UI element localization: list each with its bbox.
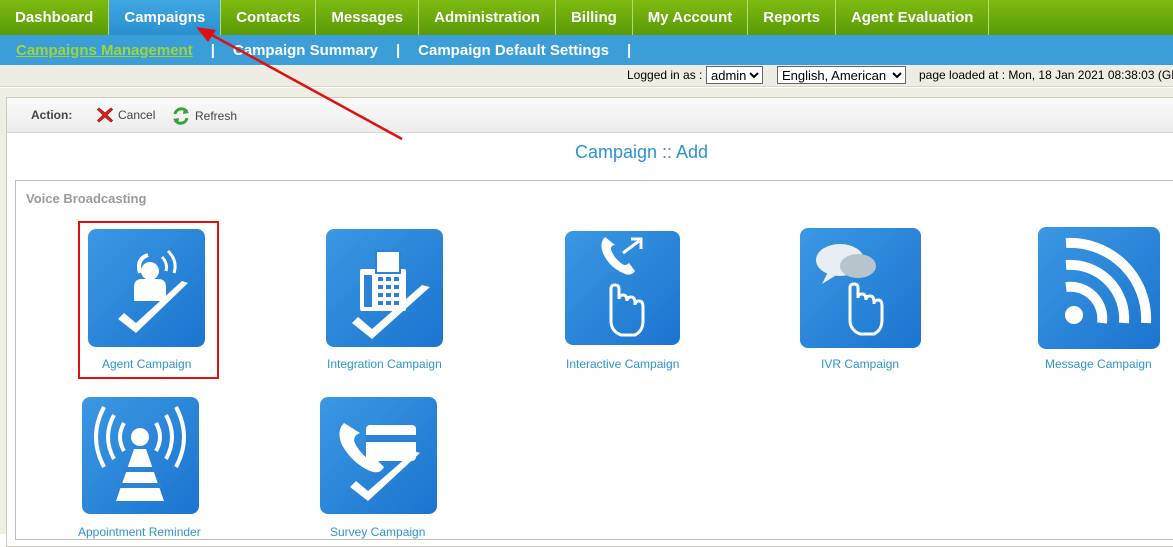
tab-my-account[interactable]: My Account	[633, 0, 749, 35]
subnav-campaign-summary[interactable]: Campaign Summary	[233, 42, 378, 59]
subnav-campaigns-management[interactable]: Campaigns Management	[16, 42, 193, 59]
page-title: Campaign :: Add	[574, 142, 709, 162]
survey-campaign-label: Survey Campaign	[330, 525, 426, 539]
cancel-button[interactable]: Cancel	[95, 105, 155, 125]
interactive-campaign-item[interactable]: Interactive Campaign	[555, 225, 695, 375]
tab-reports[interactable]: Reports	[748, 0, 836, 35]
subnav-separator: |	[627, 41, 632, 59]
interactive-campaign-icon	[565, 231, 680, 345]
group-title: Voice Broadcasting	[26, 191, 147, 206]
ivr-campaign-item[interactable]: IVR Campaign	[790, 223, 930, 375]
message-campaign-label: Message Campaign	[1045, 357, 1152, 371]
language-select[interactable]: English, American	[777, 66, 906, 84]
tab-administration[interactable]: Administration	[419, 0, 556, 35]
user-select[interactable]: admin	[706, 66, 763, 84]
ivr-campaign-icon	[800, 228, 921, 348]
refresh-icon	[173, 107, 189, 125]
interactive-campaign-label: Interactive Campaign	[566, 357, 680, 371]
integration-campaign-label: Integration Campaign	[327, 357, 442, 371]
appointment-reminder-label: Appointment Reminder	[78, 525, 201, 539]
annotation-highlight-box	[78, 221, 219, 379]
sub-nav: Campaigns Management | Campaign Summary …	[0, 35, 1173, 65]
subnav-separator: |	[395, 41, 401, 59]
appointment-reminder-item[interactable]: Appointment Reminder	[72, 393, 212, 539]
info-bar: Logged in as : admin English, American p…	[0, 65, 1173, 87]
integration-campaign-icon	[326, 229, 443, 347]
integration-campaign-item[interactable]: Integration Campaign	[316, 225, 456, 375]
cancel-icon	[96, 107, 114, 123]
logged-in-label: Logged in as :	[627, 68, 703, 82]
action-label: Action:	[31, 108, 73, 122]
tab-contacts[interactable]: Contacts	[221, 0, 317, 35]
tab-agent-evaluation[interactable]: Agent Evaluation	[836, 0, 990, 35]
appointment-reminder-icon	[82, 397, 199, 514]
message-campaign-item[interactable]: Message Campaign	[1028, 223, 1168, 375]
tab-dashboard[interactable]: Dashboard	[0, 0, 110, 35]
tab-campaigns[interactable]: Campaigns	[109, 0, 222, 35]
survey-campaign-icon	[320, 397, 437, 514]
subnav-campaign-default-settings[interactable]: Campaign Default Settings	[418, 42, 609, 59]
refresh-label: Refresh	[195, 109, 238, 123]
tab-messages[interactable]: Messages	[316, 0, 420, 35]
page-loaded-time: page loaded at : Mon, 18 Jan 2021 08:38:…	[919, 68, 1173, 82]
refresh-button[interactable]: Refresh	[170, 105, 237, 127]
tab-billing[interactable]: Billing	[556, 0, 633, 35]
subnav-separator: |	[210, 41, 215, 59]
message-campaign-icon	[1038, 227, 1160, 349]
action-bar: Action: Cancel Refresh	[7, 98, 1173, 133]
cancel-label: Cancel	[118, 108, 156, 122]
ivr-campaign-label: IVR Campaign	[821, 357, 900, 371]
top-nav: Dashboard Campaigns Contacts Messages Ad…	[0, 0, 1173, 35]
survey-campaign-item[interactable]: Survey Campaign	[310, 393, 450, 539]
